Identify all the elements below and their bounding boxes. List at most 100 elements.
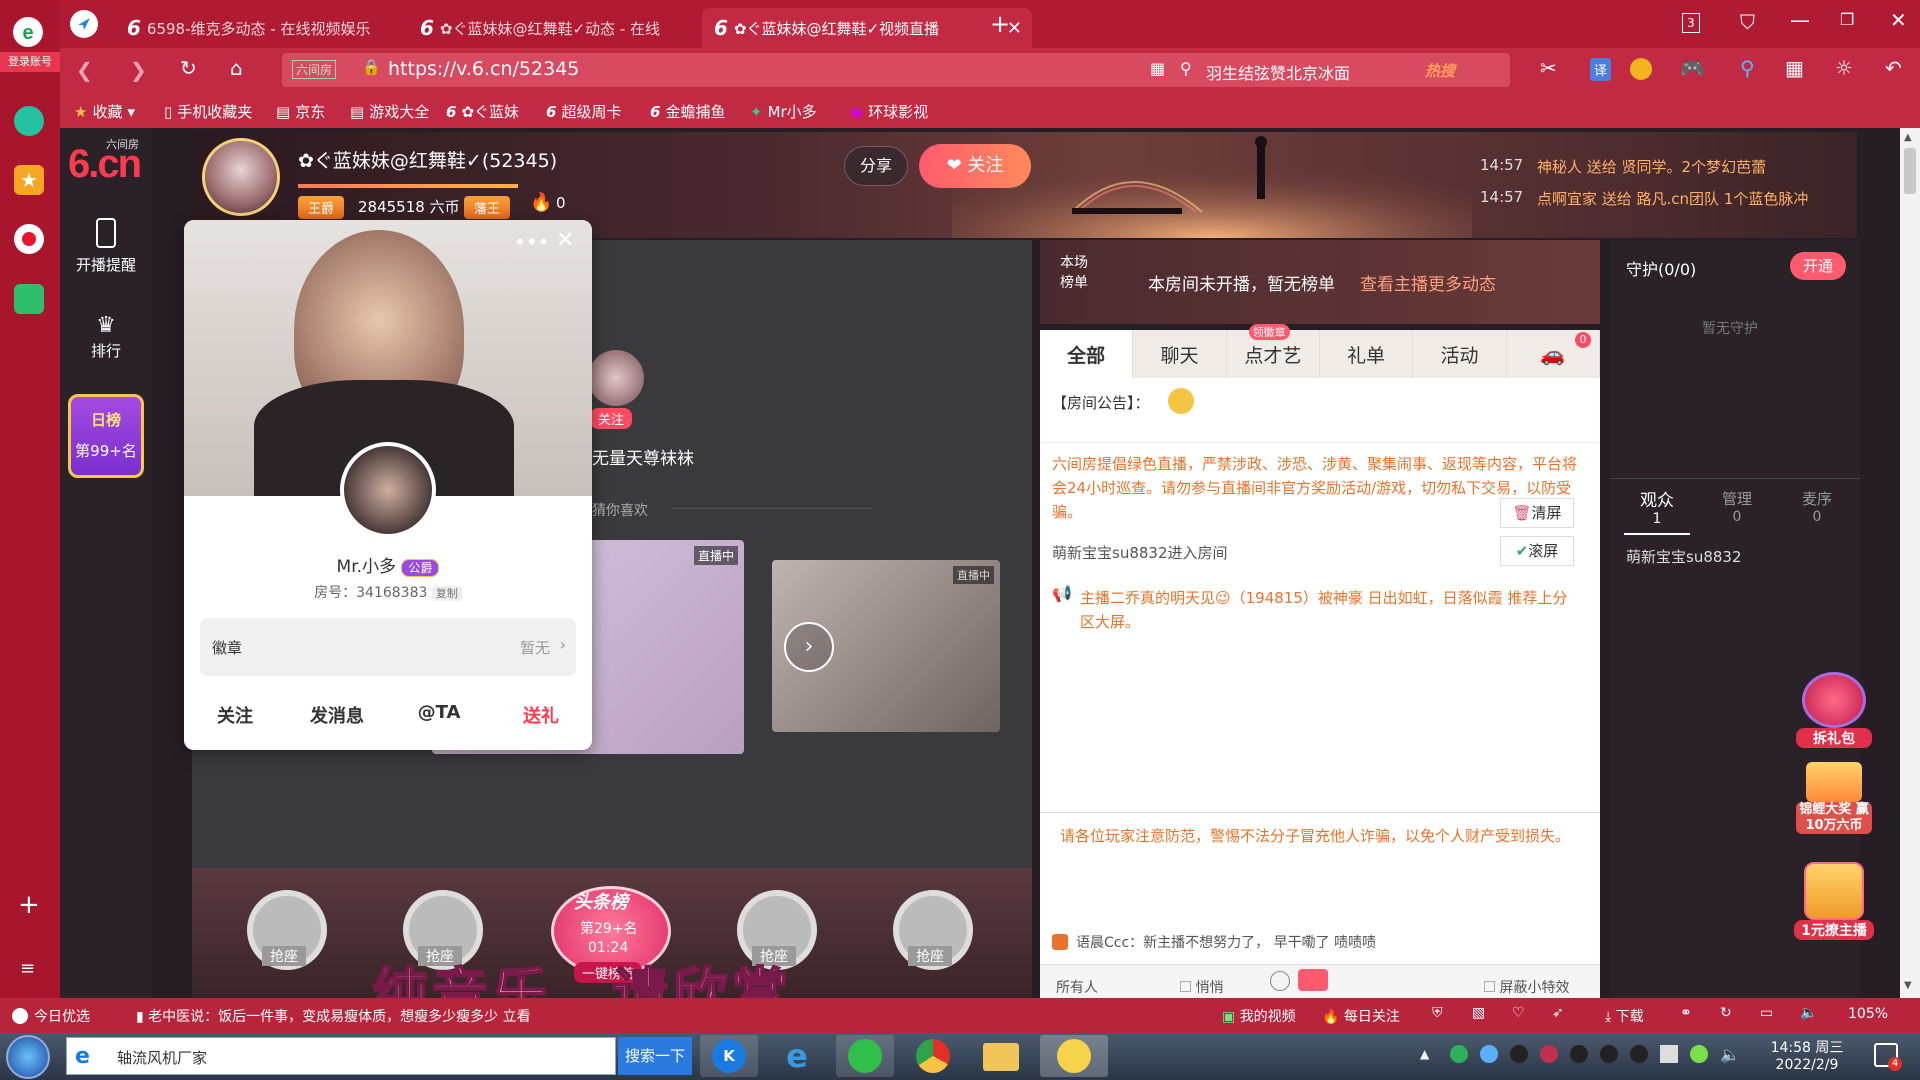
bookmark-item[interactable]: 6 金蟾捕鱼 <box>650 101 725 122</box>
brightness-icon[interactable]: ☼ <box>1835 56 1853 80</box>
login-account-button[interactable]: 登录账号 <box>0 52 60 72</box>
admin-tab[interactable]: 管理 0 <box>1704 488 1770 525</box>
one-yuan-promo[interactable]: 1元撩主播 <box>1794 862 1874 952</box>
tab-1[interactable]: 6 6598-维克多动态 - 在线视频娱乐 <box>115 8 405 48</box>
folder-taskbar-icon[interactable] <box>972 1035 1030 1077</box>
refresh-icon[interactable]: ↻ <box>180 56 197 80</box>
bookmark-item[interactable]: 6 超级周卡 <box>546 101 621 122</box>
chrome-taskbar-icon[interactable] <box>904 1035 962 1077</box>
tray-clock[interactable]: 14:58 周三 2022/2/9 <box>1752 1037 1862 1073</box>
tab-gift-list[interactable]: 礼单 <box>1320 330 1414 378</box>
start-button[interactable] <box>6 1035 50 1079</box>
scrollbar-thumb[interactable] <box>1904 148 1916 194</box>
notification-icon[interactable]: 4 <box>1874 1043 1902 1071</box>
tab-all[interactable]: 全部 <box>1040 330 1134 378</box>
copy-button[interactable]: 复制 <box>431 586 462 601</box>
heart-icon[interactable]: ♡ <box>1512 1005 1525 1021</box>
tab-3-active[interactable]: 6 ✿ぐ蓝妹妹@红舞鞋✓视频直播 ✕ <box>702 8 1032 48</box>
today-picks[interactable]: 今日优选 <box>12 1006 90 1026</box>
guard-open-button[interactable]: 开通 <box>1790 252 1846 280</box>
nav-live-reminder[interactable]: 开播提醒 <box>60 208 152 288</box>
nav-ranking[interactable]: ♛ 排行 <box>60 303 152 383</box>
find-icon[interactable]: ⚲ <box>1740 56 1755 80</box>
scissors-icon[interactable]: ✂ <box>1540 56 1557 80</box>
seat-4[interactable]: 抢座 <box>868 880 998 990</box>
forward-icon[interactable]: ❯ <box>130 58 147 82</box>
close-window-icon[interactable]: ✕ <box>1890 8 1907 32</box>
gift-pack-promo[interactable]: 拆礼包 <box>1796 672 1872 752</box>
address-field[interactable]: 六间房 🔒 https://v.6.cn/52345 ▦ ⚡ ⌄ <box>282 53 1219 87</box>
url-text[interactable]: https://v.6.cn/52345 <box>388 58 579 80</box>
restore-icon[interactable]: ❐ <box>1840 10 1854 29</box>
translate-icon[interactable]: ⚭ <box>1680 1005 1692 1021</box>
gift-effect-icon[interactable] <box>1298 969 1328 991</box>
tray-security-icon[interactable] <box>1450 1045 1468 1063</box>
send-gift-button[interactable]: 送礼 <box>490 702 592 728</box>
mention-button[interactable]: @TA <box>388 702 490 728</box>
share-button[interactable]: 分享 <box>844 146 908 186</box>
clear-screen-button[interactable]: 🗑清屏 <box>1500 498 1574 528</box>
koi-promo[interactable]: 锦鲤大奖 赢10万六币 <box>1796 762 1872 842</box>
tray-network-icon[interactable] <box>1660 1045 1678 1063</box>
tab-activity[interactable]: 活动 <box>1413 330 1507 378</box>
search-field[interactable]: ⚲ 羽生结弦赞北京冰面 热搜 <box>1170 53 1510 87</box>
bookmark-item[interactable]: ▯ 手机收藏夹 <box>164 101 252 122</box>
bookmark-item[interactable]: ▤ 游戏大全 <box>350 101 429 122</box>
next-arrow-icon[interactable]: › <box>784 622 834 672</box>
k-app-icon[interactable]: K <box>700 1035 758 1077</box>
news-ticker[interactable]: ▮ 老中医说：饭后一件事，变成易瘦体质，想瘦多少瘦多少 立看 <box>136 1006 531 1026</box>
chat-app-taskbar-icon[interactable] <box>1040 1035 1108 1077</box>
tray-expand-icon[interactable]: ▲ <box>1420 1047 1429 1061</box>
audience-tab[interactable]: 观众 1 <box>1624 486 1690 535</box>
follow-anchor-button[interactable]: ❤ 关注 <box>919 144 1031 188</box>
suggested-follow-tag[interactable]: 关注 <box>590 408 633 429</box>
bookmark-item[interactable]: ▤ 京东 <box>276 101 325 122</box>
tab-2[interactable]: 6 ✿ぐ蓝妹妹@红舞鞋✓动态 - 在线 <box>408 8 698 48</box>
volume-icon[interactable]: 🔈 <box>1800 1005 1817 1021</box>
minimize-icon[interactable]: — <box>1790 8 1810 32</box>
my-video[interactable]: ▣ 我的视频 <box>1222 1006 1296 1026</box>
tab-car[interactable]: 🚗 0 <box>1507 330 1600 378</box>
browser-logo-icon[interactable]: e <box>8 14 48 50</box>
close-icon[interactable]: ✕ <box>556 228 574 253</box>
bookmark-item[interactable]: ✦ Mr小多 <box>750 101 817 122</box>
shield-icon[interactable]: ⛨ <box>1432 1005 1443 1021</box>
badge-row[interactable]: 徽章 暂无 › <box>200 618 576 676</box>
weibo-icon[interactable] <box>14 224 44 254</box>
tray-app-icon[interactable] <box>1480 1045 1498 1063</box>
bookmark-item[interactable]: 6 ✿ぐ蓝妹 <box>446 101 519 122</box>
daily-follow[interactable]: 🔥 每日关注 <box>1322 1006 1400 1026</box>
anchor-more-link[interactable]: 查看主播更多动态 <box>1360 270 1496 295</box>
taskbar-search-button[interactable]: 搜索一下 <box>618 1037 692 1075</box>
new-tab-icon[interactable]: + <box>990 10 1010 38</box>
bookmark-item[interactable]: ◉ 环球影视 <box>850 101 928 122</box>
seat-1[interactable]: 抢座 <box>222 880 352 990</box>
tray-app-icon[interactable] <box>1690 1045 1708 1063</box>
back-icon[interactable]: ❮ <box>76 58 93 82</box>
tray-app-icon[interactable] <box>1540 1045 1558 1063</box>
suggested-avatar[interactable] <box>588 350 644 406</box>
add-icon[interactable]: + <box>18 890 40 920</box>
qr-icon[interactable]: ▦ <box>1150 59 1165 78</box>
rocket-icon[interactable]: ➶ <box>1552 1005 1564 1021</box>
window-icon[interactable]: ▭ <box>1760 1005 1773 1021</box>
gamepad-icon[interactable]: 🎮 <box>1680 56 1705 80</box>
ie-taskbar-icon[interactable]: e <box>768 1035 826 1077</box>
image-icon[interactable]: ▧ <box>1472 1005 1485 1021</box>
tray-qq-icon[interactable] <box>1570 1045 1588 1063</box>
daily-rank-badge[interactable]: 日榜 第99+名 <box>68 394 144 478</box>
download[interactable]: ⤓ 下载 <box>1605 1006 1644 1026</box>
send-message-button[interactable]: 发消息 <box>286 702 388 728</box>
whisper-checkbox[interactable]: 悄悄 <box>1180 977 1223 997</box>
zoom-level[interactable]: 105% <box>1848 1006 1888 1022</box>
refresh-small-icon[interactable]: ↻ <box>1720 1005 1732 1021</box>
apps-grid-icon[interactable]: ▦ <box>1785 56 1804 80</box>
tab-count[interactable]: 3 <box>1682 13 1700 33</box>
coin-icon[interactable] <box>1630 58 1652 80</box>
browser-taskbar-icon[interactable] <box>836 1035 894 1077</box>
mic-queue-tab[interactable]: 麦序 0 <box>1784 488 1850 525</box>
translate-button[interactable]: 译 <box>1590 58 1612 81</box>
tab-talent[interactable]: 点才艺 领徽章 <box>1227 324 1320 378</box>
undo-icon[interactable]: ↶ <box>1885 56 1902 80</box>
site-logo[interactable]: 6.cn 六间房 <box>68 136 148 190</box>
